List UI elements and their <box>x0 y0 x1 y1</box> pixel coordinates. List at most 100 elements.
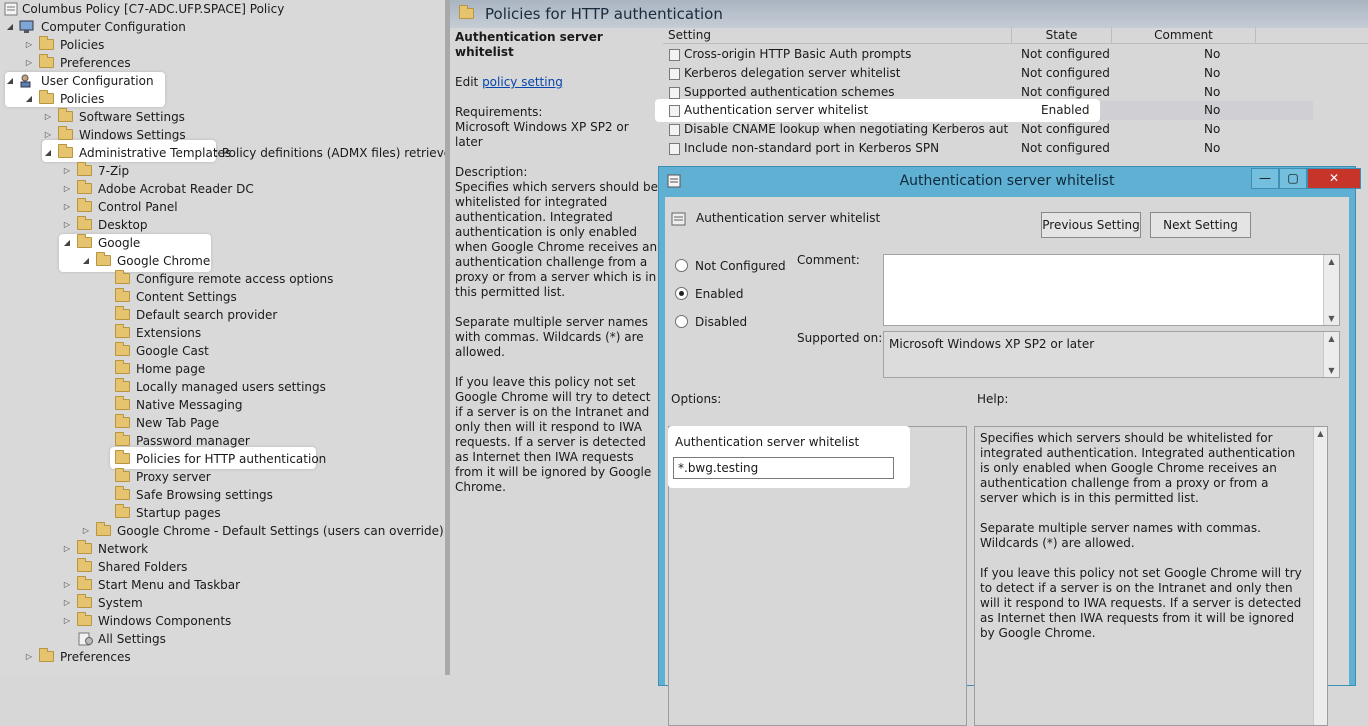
triangle-down-icon[interactable]: ◢ <box>23 90 35 108</box>
folder-icon <box>77 162 92 176</box>
triangle-right-icon[interactable]: ▷ <box>61 540 73 558</box>
radio-circle <box>675 315 688 328</box>
folder-icon <box>77 612 92 626</box>
previous-setting-button[interactable]: Previous Setting <box>1041 212 1141 238</box>
tree-item-label: Google Cast <box>136 344 209 358</box>
list-header: Setting State Comment <box>663 27 1368 44</box>
folder-icon <box>77 198 92 212</box>
scroll-up-icon[interactable]: ▲ <box>1314 429 1327 438</box>
description-paragraph: If you leave this policy not set Google … <box>455 375 652 494</box>
folder-icon <box>77 594 92 608</box>
tree-item-label: All Settings <box>98 632 166 646</box>
tree-item-label: Policies <box>60 38 105 52</box>
supported-on-value: Microsoft Windows XP SP2 or later <box>889 337 1095 351</box>
column-header-comment[interactable]: Comment <box>1112 27 1256 44</box>
triangle-right-icon[interactable]: ▷ <box>61 576 73 594</box>
comment-scrollbar[interactable]: ▲ ▼ <box>1323 255 1339 325</box>
help-scrollbar[interactable]: ▲ <box>1313 427 1327 725</box>
triangle-right-icon[interactable]: ▷ <box>42 126 54 144</box>
folder-icon <box>115 360 130 374</box>
tree-item-label: Locally managed users settings <box>136 380 326 394</box>
folder-icon <box>58 126 73 140</box>
settings-list: Setting State Comment Cross-origin HTTP … <box>655 27 1368 155</box>
triangle-right-icon[interactable]: ▷ <box>61 612 73 630</box>
tree-item-label: Default search provider <box>136 308 278 322</box>
folder-icon <box>58 108 73 122</box>
computer-icon <box>19 20 34 33</box>
triangle-right-icon[interactable]: ▷ <box>42 108 54 126</box>
folder-icon <box>77 234 92 248</box>
triangle-right-icon[interactable]: ▷ <box>61 594 73 612</box>
edit-prefix: Edit <box>455 75 483 89</box>
setting-icon <box>669 49 680 61</box>
triangle-right-icon[interactable]: ▷ <box>80 522 92 540</box>
triangle-down-icon[interactable]: ◢ <box>42 144 54 162</box>
triangle-down-icon[interactable]: ◢ <box>4 72 16 90</box>
scroll-up-icon[interactable]: ▲ <box>1324 257 1339 266</box>
comment-label: Comment: <box>797 253 860 267</box>
tree-item-label: Desktop <box>98 218 148 232</box>
list-row[interactable]: Cross-origin HTTP Basic Auth prompts Not… <box>663 45 1313 64</box>
radio-label: Not Configured <box>695 259 786 273</box>
folder-icon <box>115 270 130 284</box>
policy-tree: Columbus Policy [C7-ADC.UFP.SPACE] Polic… <box>0 0 445 675</box>
folder-icon <box>39 90 54 104</box>
triangle-right-icon[interactable]: ▷ <box>61 216 73 234</box>
triangle-right-icon[interactable]: ▷ <box>23 648 35 666</box>
maximize-button[interactable]: ▢ <box>1279 168 1307 189</box>
column-header-setting[interactable]: Setting <box>663 27 1012 44</box>
radio-label: Disabled <box>695 315 748 329</box>
row-state: Not configured <box>1021 122 1110 136</box>
row-comment: No <box>1204 47 1221 61</box>
scroll-up-icon[interactable]: ▲ <box>1324 334 1339 343</box>
tree-item-label: System <box>98 596 143 610</box>
requirements-value: Microsoft Windows XP SP2 or later <box>455 120 629 149</box>
policy-setting-link[interactable]: policy setting <box>482 75 563 89</box>
list-row[interactable]: Include non-standard port in Kerberos SP… <box>663 139 1313 158</box>
next-setting-button[interactable]: Next Setting <box>1150 212 1251 238</box>
row-state: Not configured <box>1021 47 1110 61</box>
list-row[interactable]: Disable CNAME lookup when negotiating Ke… <box>663 120 1313 139</box>
setting-icon <box>669 87 680 99</box>
triangle-right-icon[interactable]: ▷ <box>23 36 35 54</box>
setting-icon <box>669 143 680 155</box>
folder-icon <box>77 576 92 590</box>
dialog-titlebar[interactable]: Authentication server whitelist — ▢ ✕ <box>659 167 1361 195</box>
row-comment: No <box>1204 85 1221 99</box>
scroll-down-icon[interactable]: ▼ <box>1324 314 1339 323</box>
triangle-down-icon[interactable]: ◢ <box>61 234 73 252</box>
user-icon <box>20 74 31 88</box>
dialog-setting-name: Authentication server whitelist <box>696 211 881 225</box>
triangle-right-icon[interactable]: ▷ <box>61 180 73 198</box>
row-setting: Disable CNAME lookup when negotiating Ke… <box>684 122 1009 136</box>
list-row[interactable]: Kerberos delegation server whitelist Not… <box>663 64 1313 83</box>
whitelist-input[interactable]: *.bwg.testing <box>673 457 894 479</box>
policy-dialog: Authentication server whitelist — ▢ ✕ Au… <box>658 166 1361 726</box>
triangle-down-icon[interactable]: ◢ <box>4 18 16 36</box>
radio-circle-checked <box>675 287 688 300</box>
tree-item-label: Home page <box>136 362 206 376</box>
help-label: Help: <box>977 392 1009 406</box>
minimize-button[interactable]: — <box>1251 168 1279 189</box>
tree-item-label: Network <box>98 542 149 556</box>
tree-item-label: Preferences <box>60 650 131 664</box>
comment-textarea[interactable]: ▲ ▼ <box>883 254 1340 326</box>
list-row-selected[interactable]: Authentication server whitelist Enabled … <box>655 99 1313 122</box>
tree-item-label: Windows Components <box>98 614 232 628</box>
triangle-down-icon[interactable]: ◢ <box>80 252 92 270</box>
setting-icon <box>671 212 686 226</box>
supported-scrollbar[interactable]: ▲ ▼ <box>1323 332 1339 377</box>
folder-icon <box>77 540 92 554</box>
triangle-right-icon[interactable]: ▷ <box>23 54 35 72</box>
scroll-down-icon[interactable]: ▼ <box>1324 366 1339 375</box>
description-panel: Authentication server whitelist Edit pol… <box>455 30 660 495</box>
column-header-state[interactable]: State <box>1012 27 1112 44</box>
tree-item-suffix: : Policy definitions (ADMX files) retrie… <box>214 146 445 160</box>
tree-item-label: Configure remote access options <box>136 272 334 286</box>
close-button[interactable]: ✕ <box>1307 168 1361 189</box>
triangle-right-icon[interactable]: ▷ <box>61 198 73 216</box>
triangle-right-icon[interactable]: ▷ <box>61 162 73 180</box>
radio-label: Enabled <box>695 287 744 301</box>
folder-icon <box>115 504 130 518</box>
folder-icon <box>96 252 111 266</box>
